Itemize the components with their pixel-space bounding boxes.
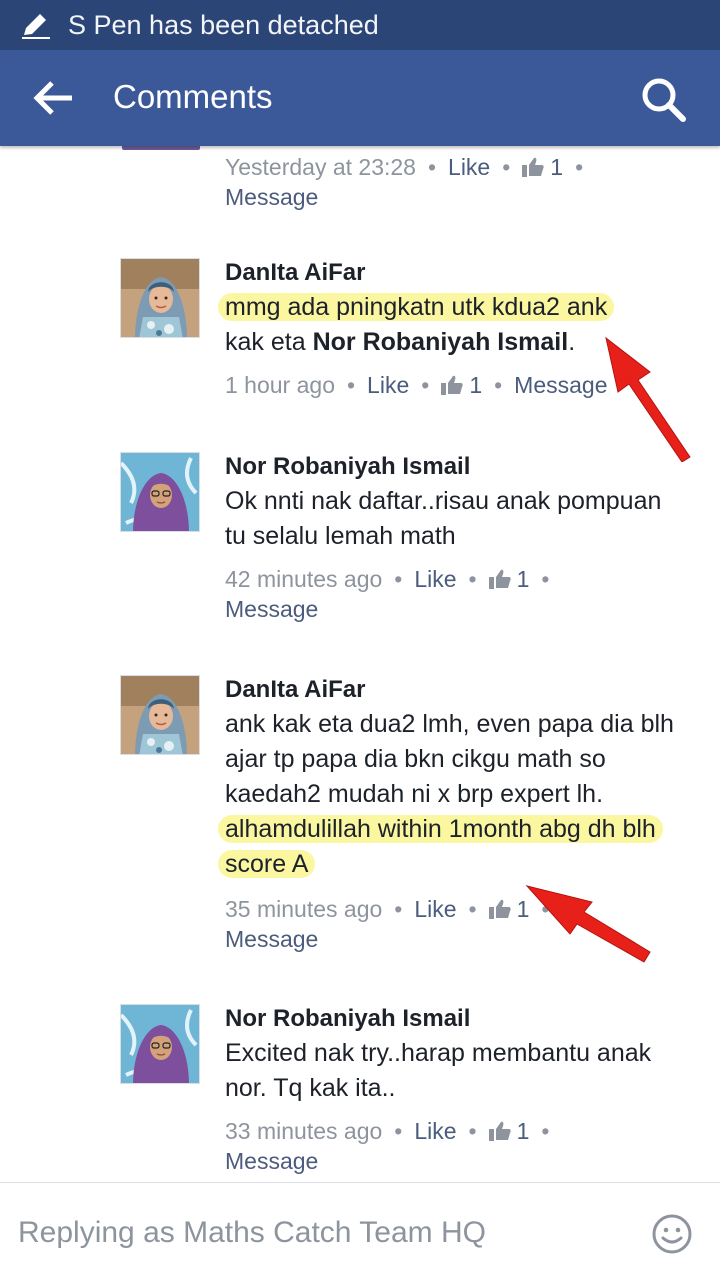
like-count: 1 bbox=[516, 566, 530, 592]
message-button[interactable]: Message bbox=[225, 926, 318, 952]
message-button[interactable]: Message bbox=[225, 184, 318, 210]
comment-meta: Yesterday at 23:28 • Like • 1 • Message bbox=[225, 154, 584, 210]
thumbs-up-icon bbox=[488, 899, 511, 919]
like-count: 1 bbox=[550, 154, 564, 180]
comment-text: Ok nnti nak daftar..risau anak pompuan t… bbox=[225, 487, 662, 550]
thumbs-up-icon bbox=[522, 157, 544, 177]
comment-meta: 35 minutes ago • Like • 1 • Message bbox=[225, 896, 550, 952]
like-button[interactable]: Like bbox=[367, 372, 409, 398]
comment-text: Excited nak try..harap membantu anak nor… bbox=[225, 1039, 652, 1102]
highlighted-text: mmg ada pningkatn utk kdua2 ank bbox=[218, 293, 615, 321]
message-button[interactable]: Message bbox=[225, 596, 318, 622]
like-count: 1 bbox=[516, 896, 530, 922]
status-text: S Pen has been detached bbox=[68, 10, 379, 40]
reply-input[interactable]: Replying as Maths Catch Team HQ bbox=[18, 1216, 486, 1250]
avatar[interactable] bbox=[120, 1004, 200, 1084]
comment-meta: 1 hour ago • Like • 1 • Message bbox=[225, 372, 608, 398]
comment-text: ank kak eta dua2 lmh, even papa dia blh … bbox=[218, 707, 703, 882]
mention-link[interactable]: Nor Robaniyah Ismail bbox=[313, 328, 569, 356]
smiley-icon[interactable] bbox=[651, 1213, 693, 1255]
like-button[interactable]: Like bbox=[414, 1118, 456, 1144]
comment-list[interactable]: Yesterday at 23:28 • Like • 1 • Message DanIt… bbox=[0, 146, 720, 1182]
comment-author[interactable]: DanIta AiFar bbox=[225, 258, 705, 288]
highlighted-text: alhamdulillah within 1month abg dh blh s… bbox=[218, 815, 663, 878]
comment-timestamp: 1 hour ago bbox=[225, 372, 335, 398]
comment-timestamp: 35 minutes ago bbox=[225, 896, 383, 922]
back-arrow-icon[interactable] bbox=[32, 78, 74, 118]
comment-timestamp: 42 minutes ago bbox=[225, 566, 383, 592]
thumbs-up-icon bbox=[441, 375, 463, 395]
reply-bar: Replying as Maths Catch Team HQ bbox=[0, 1182, 720, 1280]
comment-author[interactable]: Nor Robaniyah Ismail bbox=[225, 1004, 705, 1034]
page-title: Comments bbox=[113, 78, 273, 115]
comment-meta: 33 minutes ago • Like • 1 • Message bbox=[225, 1118, 550, 1174]
search-icon[interactable] bbox=[640, 76, 686, 122]
avatar bbox=[122, 146, 200, 150]
app-bar: Comments bbox=[0, 50, 720, 146]
comment-timestamp: Yesterday at 23:28 bbox=[225, 154, 416, 180]
avatar[interactable] bbox=[120, 452, 200, 532]
comment-timestamp: 33 minutes ago bbox=[225, 1118, 383, 1144]
message-button[interactable]: Message bbox=[514, 372, 607, 398]
avatar[interactable] bbox=[120, 675, 200, 755]
thumbs-up-icon bbox=[488, 569, 511, 589]
status-bar: S Pen has been detached bbox=[0, 0, 720, 50]
message-button[interactable]: Message bbox=[225, 1148, 318, 1174]
pen-icon bbox=[22, 14, 50, 39]
comment-text: mmg ada pningkatn utk kdua2 ank kak eta … bbox=[218, 290, 705, 360]
comment-author[interactable]: Nor Robaniyah Ismail bbox=[225, 452, 705, 482]
like-button[interactable]: Like bbox=[448, 154, 490, 180]
like-count: 1 bbox=[469, 372, 483, 398]
comment-meta: 42 minutes ago • Like • 1 • Message bbox=[225, 566, 550, 622]
like-button[interactable]: Like bbox=[414, 566, 456, 592]
avatar[interactable] bbox=[120, 258, 200, 338]
thumbs-up-icon bbox=[488, 1121, 511, 1141]
like-button[interactable]: Like bbox=[414, 896, 456, 922]
comment-author[interactable]: DanIta AiFar bbox=[225, 675, 705, 705]
like-count: 1 bbox=[516, 1118, 530, 1144]
